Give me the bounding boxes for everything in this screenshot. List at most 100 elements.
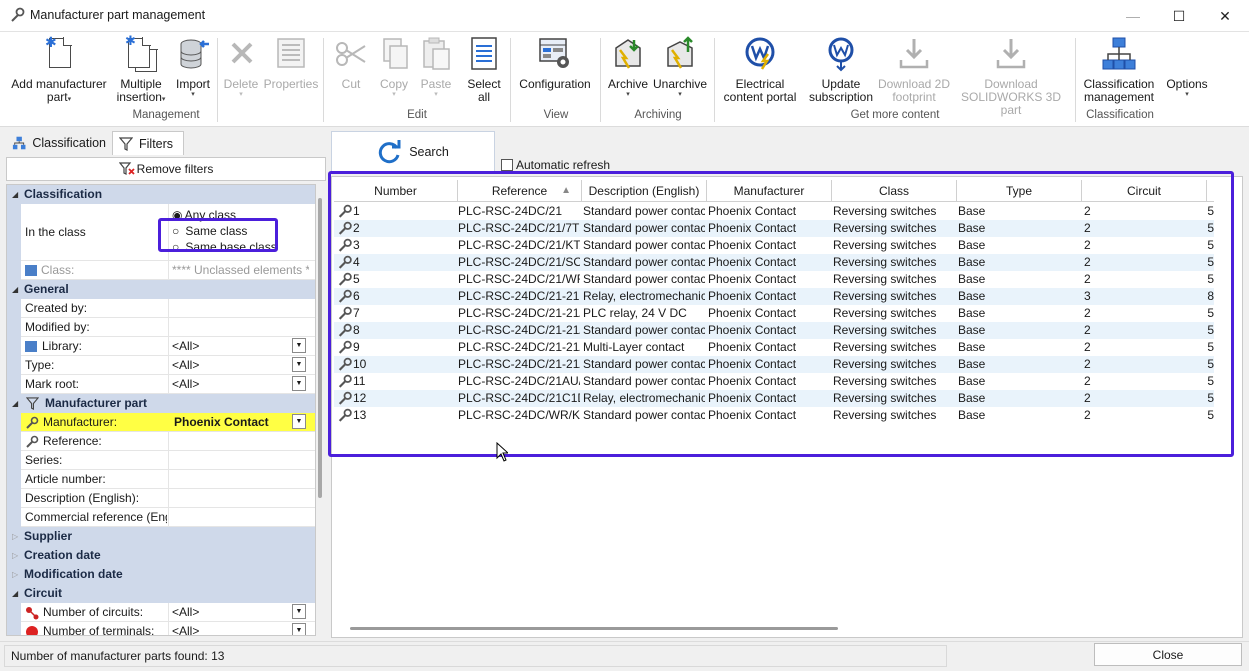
table-row[interactable]: 3 PLC-RSC-24DC/21/KTA Standard power conta… [334,237,1214,254]
column-class[interactable]: Class [832,180,957,202]
cell-number: 4 [337,254,457,271]
cell-class: Reversing switches [833,357,937,371]
category-circuit[interactable]: ◢ Circuit [7,584,315,603]
modified-by-value[interactable] [168,318,309,337]
manufacturer-highlight [158,218,278,252]
table-row[interactable]: 13PLC-RSC-24DC/WR/KTAStandard power cont… [334,407,1214,424]
manufacturer-value[interactable]: Phoenix Contact ▼ [168,413,309,432]
created-by-value[interactable] [168,299,309,318]
new-part-icon: ✱ [41,35,77,72]
multiple-insertion-button[interactable]: ✱ Multiple insertion▾ [112,34,170,104]
description-value[interactable] [168,489,309,508]
delete-button[interactable]: Delete ▾ [220,36,262,99]
table-row[interactable]: 5PLC-RSC-24DC/21/WR...Standard power con… [334,271,1214,288]
num-circuits-value[interactable]: <All> ▼ [168,603,309,622]
table-row[interactable]: 1 PLC-RSC-24DC/21 Standard power contact Ph… [334,203,1214,220]
close-window-button[interactable]: ✕ [1202,0,1248,32]
class-value[interactable]: **** Unclassed elements **** [168,261,309,280]
tab-filters[interactable]: Filters [112,131,184,155]
category-manufacturer-part[interactable]: ◢ Manufacturer part [7,394,315,413]
search-button[interactable]: Search [331,131,495,173]
column-type[interactable]: Type [957,180,1082,202]
classification-management-button[interactable]: Classification management [1080,36,1158,104]
tab-classification[interactable]: Classification [6,131,112,155]
wrench-icon [338,375,352,388]
chevron-down-icon: ▼ [292,338,306,353]
table-row[interactable]: 2PLC-RSC-24DC/21/7T5...Standard power co… [334,220,1214,237]
dl2d-label-2: footprint [892,90,936,104]
column-terminals[interactable] [1207,180,1214,202]
download-2d-footprint-button[interactable]: Download 2D footprint [876,36,952,104]
category-supplier[interactable]: ▷ Supplier [7,527,315,546]
remove-filters-button[interactable]: Remove filters [6,157,326,181]
cell-reference: PLC-RSC-24DC/21-21/... [458,323,580,337]
cell-description: Standard power contact [583,204,705,218]
paste-button[interactable]: Paste ▾ [415,36,457,99]
table-row[interactable]: 11PLC-RSC-24DC/21AU/K...Standard power c… [334,373,1214,390]
cell-number: 1 [337,203,457,220]
copy-button[interactable]: Copy ▾ [373,36,415,99]
table-row[interactable]: 12 PLC-RSC-24DC/21C1D2 Relay, electromecha… [334,390,1214,407]
minimize-button[interactable]: — [1110,0,1156,32]
description-label: Description (English): [25,491,140,505]
options-button[interactable]: Options ▾ [1162,78,1212,99]
category-modification-date[interactable]: ▷ Modification date [7,565,315,584]
cell-circuit: 2 [1084,408,1091,422]
commercial-reference-value[interactable] [168,508,309,527]
electrical-content-portal-button[interactable]: Electrical content portal [718,36,802,104]
cell-manufacturer: Phoenix Contact [708,340,797,354]
import-label: Import [175,77,210,91]
column-circuit[interactable]: Circuit [1082,180,1207,202]
category-classification[interactable]: ◢ Classification [7,185,315,204]
num-terminals-label: Number of terminals: [25,622,167,635]
cell-reference: PLC-RSC-24DC/21/7T5... [458,221,580,235]
refresh-icon [379,140,401,164]
maximize-button[interactable]: ☐ [1156,0,1202,32]
import-button[interactable]: Import ▾ [170,36,216,99]
options-label: Options [1166,77,1208,91]
table-row[interactable]: 9PLC-RSC-24DC/21-21AUMulti-Layer contact… [334,339,1214,356]
category-creation-date[interactable]: ▷ Creation date [7,546,315,565]
update-sub-label-2: subscription [808,90,874,104]
num-terminals-value[interactable]: <All> ▼ [168,622,309,635]
automatic-refresh-checkbox[interactable]: Automatic refresh [501,158,610,172]
table-row[interactable]: 7 PLC-RSC-24DC/21-21/... PLC relay, 24 V D… [334,305,1214,322]
add-manufacturer-part-button[interactable]: ✱ Add manufacturer part▾ [8,35,110,104]
library-value[interactable]: <All> ▼ [168,337,309,356]
close-button[interactable]: Close [1094,643,1242,666]
horizontal-scrollbar[interactable] [350,627,838,630]
cell-manufacturer: Phoenix Contact [708,289,797,303]
cell-reference: PLC-RSC-24DC/21AU/K... [458,374,580,388]
classmgmt-label-2: management [1083,90,1155,104]
mark-root-value[interactable]: <All> ▼ [168,375,309,394]
cell-description: Relay, electromechanic... [583,289,705,303]
column-description[interactable]: Description (English) [582,180,707,202]
article-number-value[interactable] [168,470,309,489]
wrench-icon [338,239,352,252]
properties-button[interactable]: Properties [262,36,320,91]
column-number[interactable]: Number [334,180,458,202]
group-archiving: Archiving [634,109,682,121]
configuration-button[interactable]: Configuration [514,36,596,91]
column-manufacturer[interactable]: Manufacturer [707,180,832,202]
download-3d-part-button[interactable]: Download SOLIDWORKS 3D part [952,36,1070,117]
table-row[interactable]: 4PLC-RSC-24DC/21/SO185Standard power con… [334,254,1214,271]
series-label: Series: [25,453,63,467]
table-row[interactable]: 10PLC-RSC-24DC/21-21A...Standard power c… [334,356,1214,373]
cut-button[interactable]: Cut [330,36,372,91]
category-general[interactable]: ◢ General [7,280,315,299]
archive-button[interactable]: Archive ▾ [605,36,651,99]
table-row[interactable]: 6 PLC-RSC-24DC/21-21 Relay, electromechani… [334,288,1214,305]
column-reference[interactable]: Reference ▲ [458,180,582,202]
filter-scrollbar[interactable] [316,184,325,636]
type-value[interactable]: <All> ▼ [168,356,309,375]
update-subscription-button[interactable]: Update subscription [806,36,876,104]
series-value[interactable] [168,451,309,470]
select-all-button[interactable]: Select all [462,36,506,104]
scissors-icon [333,36,369,72]
unarchive-button[interactable]: Unarchive ▾ [651,36,709,99]
reference-value[interactable] [168,432,309,451]
cell-circuit: 3 [1084,289,1091,303]
cell-manufacturer: Phoenix Contact [708,221,797,235]
table-row[interactable]: 8 PLC-RSC-24DC/21-21/... Standard power co… [334,322,1214,339]
